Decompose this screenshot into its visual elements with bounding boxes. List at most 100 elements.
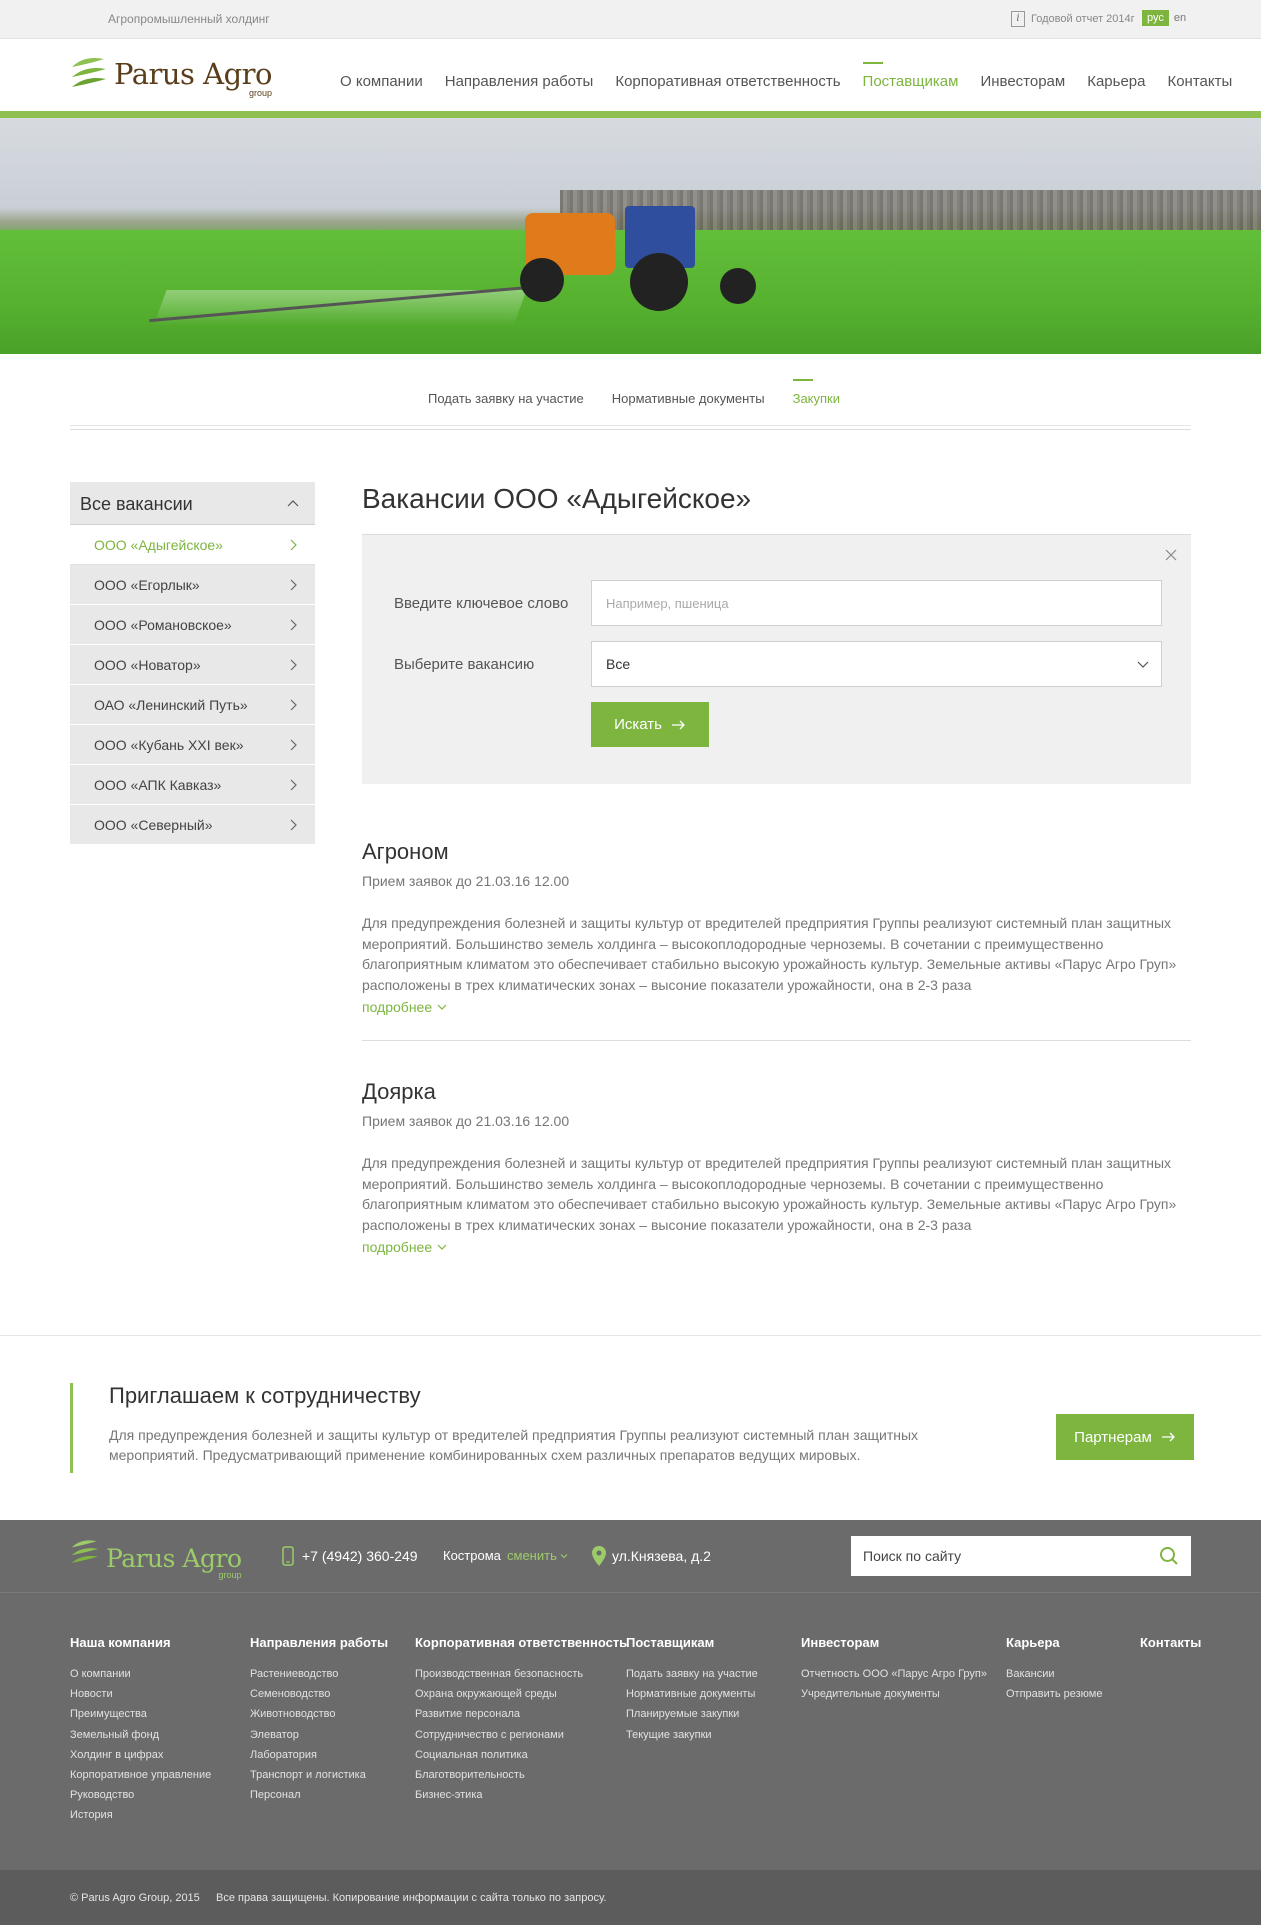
footer-column-title[interactable]: Направления работы: [250, 1635, 388, 1650]
more-link[interactable]: подробнее: [362, 1239, 1191, 1255]
vacancy-item: Доярка Прием заявок до 21.03.16 12.00 Дл…: [362, 1079, 1191, 1255]
subnav-purchases[interactable]: Закупки: [792, 379, 840, 406]
sidebar-item[interactable]: ООО «Новатор»: [70, 645, 315, 685]
sidebar-item[interactable]: ООО «Северный»: [70, 805, 315, 845]
footer-link[interactable]: Растениеводство: [250, 1664, 388, 1684]
sidebar-item[interactable]: ООО «Кубань XXI век»: [70, 725, 315, 765]
search-icon[interactable]: [1159, 1546, 1179, 1566]
logo[interactable]: Parus Agro group: [70, 55, 272, 98]
footer-link[interactable]: О компании: [70, 1664, 211, 1684]
footer-column-title[interactable]: Наша компания: [70, 1635, 211, 1650]
chevron-down-icon: [437, 1004, 447, 1010]
footer-column: Корпоративная ответственность Производст…: [415, 1635, 627, 1805]
keyword-label: Введите ключевое слово: [394, 594, 569, 612]
footer-link[interactable]: Производственная безопасность: [415, 1664, 627, 1684]
sidebar-item[interactable]: ОАО «Ленинский Путь»: [70, 685, 315, 725]
invite-title: Приглашаем к сотрудничеству: [109, 1383, 421, 1408]
footer-column: Контакты: [1140, 1635, 1201, 1664]
logo-leaf-icon: [70, 1538, 100, 1571]
footer-link[interactable]: Персонал: [250, 1785, 388, 1805]
footer-link[interactable]: Благотворительность: [415, 1765, 627, 1785]
footer-link[interactable]: Корпоративное управление: [70, 1765, 211, 1785]
vacancy-item: Агроном Прием заявок до 21.03.16 12.00 Д…: [362, 839, 1191, 1041]
footer-link[interactable]: Сотрудничество с регионами: [415, 1725, 627, 1745]
keyword-input[interactable]: [591, 580, 1162, 626]
vacancy-filter: Введите ключевое слово Выберите вакансию…: [362, 534, 1191, 784]
sidebar-heading[interactable]: Все вакансии: [70, 482, 315, 525]
chevron-right-icon: [290, 779, 297, 791]
section-divider: [0, 1335, 1261, 1336]
footer-link[interactable]: Нормативные документы: [626, 1684, 758, 1704]
rights-notice: Все права защищены. Копирование информац…: [216, 1892, 607, 1904]
footer-link[interactable]: Подать заявку на участие: [626, 1664, 758, 1684]
annual-report-link[interactable]: i Годовой отчет 2014г: [1011, 11, 1135, 27]
lang-en[interactable]: en: [1169, 10, 1191, 26]
footer-link[interactable]: Земельный фонд: [70, 1725, 211, 1745]
lang-ru[interactable]: рус: [1142, 10, 1169, 26]
nav-about[interactable]: О компании: [340, 73, 423, 90]
footer-link[interactable]: Развитие персонала: [415, 1704, 627, 1724]
nav-suppliers[interactable]: Поставщикам: [862, 62, 958, 90]
vacancy-select[interactable]: Все: [591, 641, 1162, 687]
chevron-right-icon: [290, 619, 297, 631]
search-button[interactable]: Искать: [591, 702, 709, 747]
sidebar-item[interactable]: ООО «АПК Кавказ»: [70, 765, 315, 805]
footer-link[interactable]: Вакансии: [1006, 1664, 1102, 1684]
footer-link[interactable]: Холдинг в цифрах: [70, 1745, 211, 1765]
footer-column-title[interactable]: Карьера: [1006, 1635, 1102, 1650]
chevron-right-icon: [290, 659, 297, 671]
footer-link[interactable]: Отправить резюме: [1006, 1684, 1102, 1704]
nav-career[interactable]: Карьера: [1087, 73, 1145, 90]
logo-leaf-icon: [70, 55, 108, 89]
vacancy-sidebar: Все вакансии ООО «Адыгейское» ООО «Егорл…: [70, 482, 315, 845]
vacancy-text: Для предупреждения болезней и защиты кул…: [362, 1155, 1177, 1233]
partners-button[interactable]: Партнерам: [1056, 1414, 1194, 1460]
footer-column-title[interactable]: Корпоративная ответственность: [415, 1635, 627, 1650]
footer-link[interactable]: Отчетность ООО «Парус Агро Груп»: [801, 1664, 987, 1684]
footer-column-title[interactable]: Инвесторам: [801, 1635, 987, 1650]
footer-link[interactable]: Руководство: [70, 1785, 211, 1805]
subnav-apply[interactable]: Подать заявку на участие: [428, 391, 584, 406]
footer-link[interactable]: Охрана окружающей среды: [415, 1684, 627, 1704]
nav-investors[interactable]: Инвесторам: [980, 73, 1065, 90]
sidebar-item[interactable]: ООО «Романовское»: [70, 605, 315, 645]
footer-link[interactable]: Элеватор: [250, 1725, 388, 1745]
nav-directions[interactable]: Направления работы: [445, 73, 594, 90]
hero-image: [0, 118, 1261, 354]
header: Parus Agro group О компании Направления …: [0, 39, 1261, 111]
footer-link[interactable]: Новости: [70, 1684, 211, 1704]
footer-link[interactable]: История: [70, 1805, 211, 1825]
footer-link[interactable]: Текущие закупки: [626, 1725, 758, 1745]
footer-link[interactable]: Планируемые закупки: [626, 1704, 758, 1724]
footer-link[interactable]: Преимущества: [70, 1704, 211, 1724]
footer-link[interactable]: Животноводство: [250, 1704, 388, 1724]
chevron-right-icon: [290, 579, 297, 591]
footer-link[interactable]: Семеноводство: [250, 1684, 388, 1704]
nav-responsibility[interactable]: Корпоративная ответственность: [615, 73, 840, 90]
change-city-link[interactable]: сменить: [507, 1548, 568, 1563]
header-accent-line: [0, 111, 1261, 118]
site-search-input[interactable]: [851, 1536, 1131, 1576]
footer-link[interactable]: Бизнес-этика: [415, 1785, 627, 1805]
main-content: Вакансии ООО «Адыгейское» Введите ключев…: [362, 482, 1191, 1255]
chevron-right-icon: [290, 819, 297, 831]
sidebar-item[interactable]: ООО «Адыгейское»: [70, 525, 315, 565]
annual-report-label: Годовой отчет 2014г: [1031, 13, 1135, 25]
more-link[interactable]: подробнее: [362, 999, 1191, 1015]
footer-column: Инвесторам Отчетность ООО «Парус Агро Гр…: [801, 1635, 987, 1704]
close-icon[interactable]: [1165, 549, 1177, 561]
footer-column-title[interactable]: Поставщикам: [626, 1635, 758, 1650]
footer-top: Parus Agro group +7 (4942) 360-249 Костр…: [0, 1520, 1261, 1592]
footer-link[interactable]: Учредительные документы: [801, 1684, 987, 1704]
main-nav: О компании Направления работы Корпоратив…: [340, 62, 1232, 90]
footer-link[interactable]: Транспорт и логистика: [250, 1765, 388, 1785]
footer-logo[interactable]: Parus Agro group: [70, 1538, 242, 1580]
footer-column-title[interactable]: Контакты: [1140, 1635, 1201, 1650]
vacancy-date: Прием заявок до 21.03.16 12.00: [362, 1113, 570, 1129]
subnav-documents[interactable]: Нормативные документы: [612, 391, 765, 406]
footer-link[interactable]: Лаборатория: [250, 1745, 388, 1765]
footer-column: Наша компания О компании Новости Преимущ…: [70, 1635, 211, 1826]
nav-contacts[interactable]: Контакты: [1167, 73, 1232, 90]
sidebar-item[interactable]: ООО «Егорлык»: [70, 565, 315, 605]
footer-link[interactable]: Социальная политика: [415, 1745, 627, 1765]
